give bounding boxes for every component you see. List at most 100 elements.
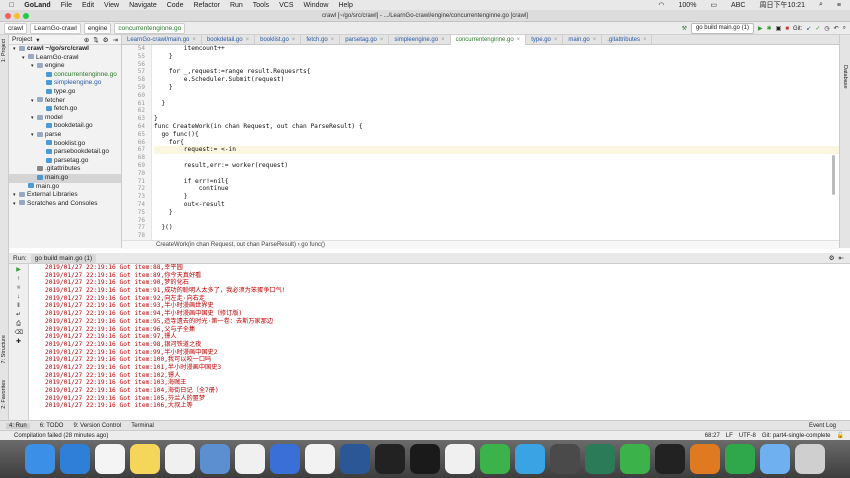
tree-item[interactable]: ▾ Scratches and Consoles: [9, 200, 121, 209]
collapse-icon[interactable]: ⇅: [93, 36, 98, 44]
code-line[interactable]: itemcount++: [154, 45, 839, 53]
history-icon[interactable]: ◷: [824, 25, 829, 32]
code-line[interactable]: [154, 232, 839, 240]
crumb-engine[interactable]: engine: [83, 22, 112, 34]
close-icon[interactable]: ×: [331, 37, 335, 43]
code-line[interactable]: request:= <-in: [154, 146, 839, 155]
tree-item[interactable]: fetch.go: [9, 105, 121, 114]
code-line[interactable]: [154, 217, 839, 225]
tree-item[interactable]: main.go: [9, 173, 121, 183]
code-line[interactable]: [154, 92, 839, 100]
dock-transmit-icon[interactable]: [690, 444, 720, 474]
dock-preview-icon[interactable]: [200, 444, 230, 474]
hide-panel-icon[interactable]: ⇤: [839, 254, 844, 262]
dock-terminal-icon[interactable]: [655, 444, 685, 474]
menu-vcs[interactable]: VCS: [274, 2, 298, 9]
dock-reminders-icon[interactable]: [165, 444, 195, 474]
close-icon[interactable]: ×: [292, 37, 296, 43]
code-editor[interactable]: 54 55 56 57 58 59 60 61 62 63 64 65 66 67 68 69 70 71 72 73…: [122, 45, 839, 240]
code-line[interactable]: func CreateWork(in chan Request, out cha…: [154, 123, 839, 131]
code-line[interactable]: }: [154, 209, 839, 217]
database-tool-button[interactable]: Database: [842, 65, 848, 89]
pin-icon[interactable]: ✚: [15, 339, 23, 345]
tree-item[interactable]: parsebookdetail.go: [9, 148, 121, 157]
tree-item[interactable]: ▾ External Libraries: [9, 191, 121, 200]
close-icon[interactable]: ×: [441, 37, 445, 43]
close-icon[interactable]: ×: [643, 37, 647, 43]
dock-sublime-icon[interactable]: [550, 444, 580, 474]
git-commit-icon[interactable]: ✓: [815, 25, 820, 32]
menu-help[interactable]: Help: [333, 2, 357, 9]
dock-atom-icon[interactable]: [585, 444, 615, 474]
code-line[interactable]: }: [154, 84, 839, 92]
code-line[interactable]: if err!=nil{: [154, 178, 839, 186]
tree-item[interactable]: ▾ fetcher: [9, 97, 121, 106]
code-line[interactable]: for _,request:=range result.Requesrts{: [154, 68, 839, 76]
tree-item[interactable]: booklist.go: [9, 140, 121, 149]
editor-tab[interactable]: bookdetail.go ×: [202, 34, 256, 45]
tree-item[interactable]: parsetag.go: [9, 157, 121, 166]
battery-level[interactable]: 100%: [674, 2, 702, 9]
tree-item[interactable]: ▾ crawl ~/go/src/crawl: [9, 45, 121, 54]
code-line[interactable]: go func(){: [154, 131, 839, 139]
run-tool-tab[interactable]: 4: Run: [6, 422, 30, 429]
menu-navigate[interactable]: Navigate: [124, 2, 162, 9]
close-icon[interactable]: ×: [517, 37, 521, 43]
dock-photos-icon[interactable]: [235, 444, 265, 474]
gear-icon[interactable]: ⚙: [829, 254, 835, 262]
revert-icon[interactable]: ↶: [834, 25, 839, 32]
close-icon[interactable]: ×: [246, 37, 250, 43]
dock-baidu-icon[interactable]: [270, 444, 300, 474]
editor-tab[interactable]: concurrentenginne.go ×: [450, 34, 527, 45]
tree-item[interactable]: bookdetail.go: [9, 122, 121, 131]
code-line[interactable]: e.Scheduler.Submit(request): [154, 76, 839, 84]
dock-wechat-icon[interactable]: [620, 444, 650, 474]
stop-icon[interactable]: ■: [785, 26, 789, 32]
dock-notes-icon[interactable]: [130, 444, 160, 474]
tree-item[interactable]: main.go: [9, 183, 121, 192]
tree-item[interactable]: ▾ engine: [9, 62, 121, 71]
favorites-tool-button[interactable]: 2: Favorites: [1, 380, 7, 409]
dock-telegram-icon[interactable]: [515, 444, 545, 474]
menu-tools[interactable]: Tools: [248, 2, 274, 9]
menu-code[interactable]: Code: [162, 2, 189, 9]
menu-file[interactable]: File: [56, 2, 77, 9]
code-line[interactable]: [154, 107, 839, 115]
crumb-project[interactable]: crawl: [4, 22, 28, 34]
down-icon[interactable]: ↓: [15, 294, 23, 300]
code-area[interactable]: itemcount++ } for _,request:=range resul…: [154, 45, 839, 240]
up-icon[interactable]: ↑: [15, 276, 23, 282]
code-line[interactable]: continue: [154, 185, 839, 193]
dock-github-icon[interactable]: [410, 444, 440, 474]
editor-tab[interactable]: .gitattributes ×: [602, 34, 653, 45]
dock-chrome-icon[interactable]: [445, 444, 475, 474]
dock-go-icon[interactable]: [375, 444, 405, 474]
code-line[interactable]: }: [154, 193, 839, 201]
debug-icon[interactable]: ✱: [767, 25, 772, 32]
menu-edit[interactable]: Edit: [77, 2, 99, 9]
code-line[interactable]: }(): [154, 224, 839, 232]
chevron-down-icon[interactable]: ▾: [36, 36, 39, 44]
tree-item[interactable]: ▾ LearnGo-crawl: [9, 54, 121, 63]
tree-item[interactable]: concurrentenginne.go: [9, 71, 121, 80]
dock-word-icon[interactable]: [340, 444, 370, 474]
editor-tab[interactable]: simpleengine.go ×: [389, 34, 451, 45]
locate-icon[interactable]: ⊕: [84, 36, 89, 44]
crumb-file[interactable]: concurrentenginne.go: [114, 22, 186, 34]
editor-tab[interactable]: booklist.go ×: [255, 34, 302, 45]
event-log-tab[interactable]: Event Log: [809, 423, 836, 429]
dock-27-icon[interactable]: [95, 444, 125, 474]
tree-item[interactable]: ▾ parse: [9, 131, 121, 140]
minimize-window-button[interactable]: [14, 13, 20, 19]
wifi-icon[interactable]: ◠: [653, 1, 669, 9]
status-message[interactable]: Compilation failed (28 minutes ago): [14, 433, 108, 439]
soft-wrap-icon[interactable]: ↵: [15, 312, 23, 318]
coverage-icon[interactable]: ▣: [776, 25, 782, 32]
git-update-icon[interactable]: ↙: [806, 25, 811, 32]
close-icon[interactable]: ×: [192, 37, 196, 43]
editor-scrollbar[interactable]: [832, 155, 835, 195]
run-tab[interactable]: go build main.go (1): [30, 253, 97, 263]
rerun-icon[interactable]: ▶: [15, 267, 23, 273]
code-line[interactable]: [154, 170, 839, 178]
pause-icon[interactable]: ‖: [15, 303, 23, 309]
